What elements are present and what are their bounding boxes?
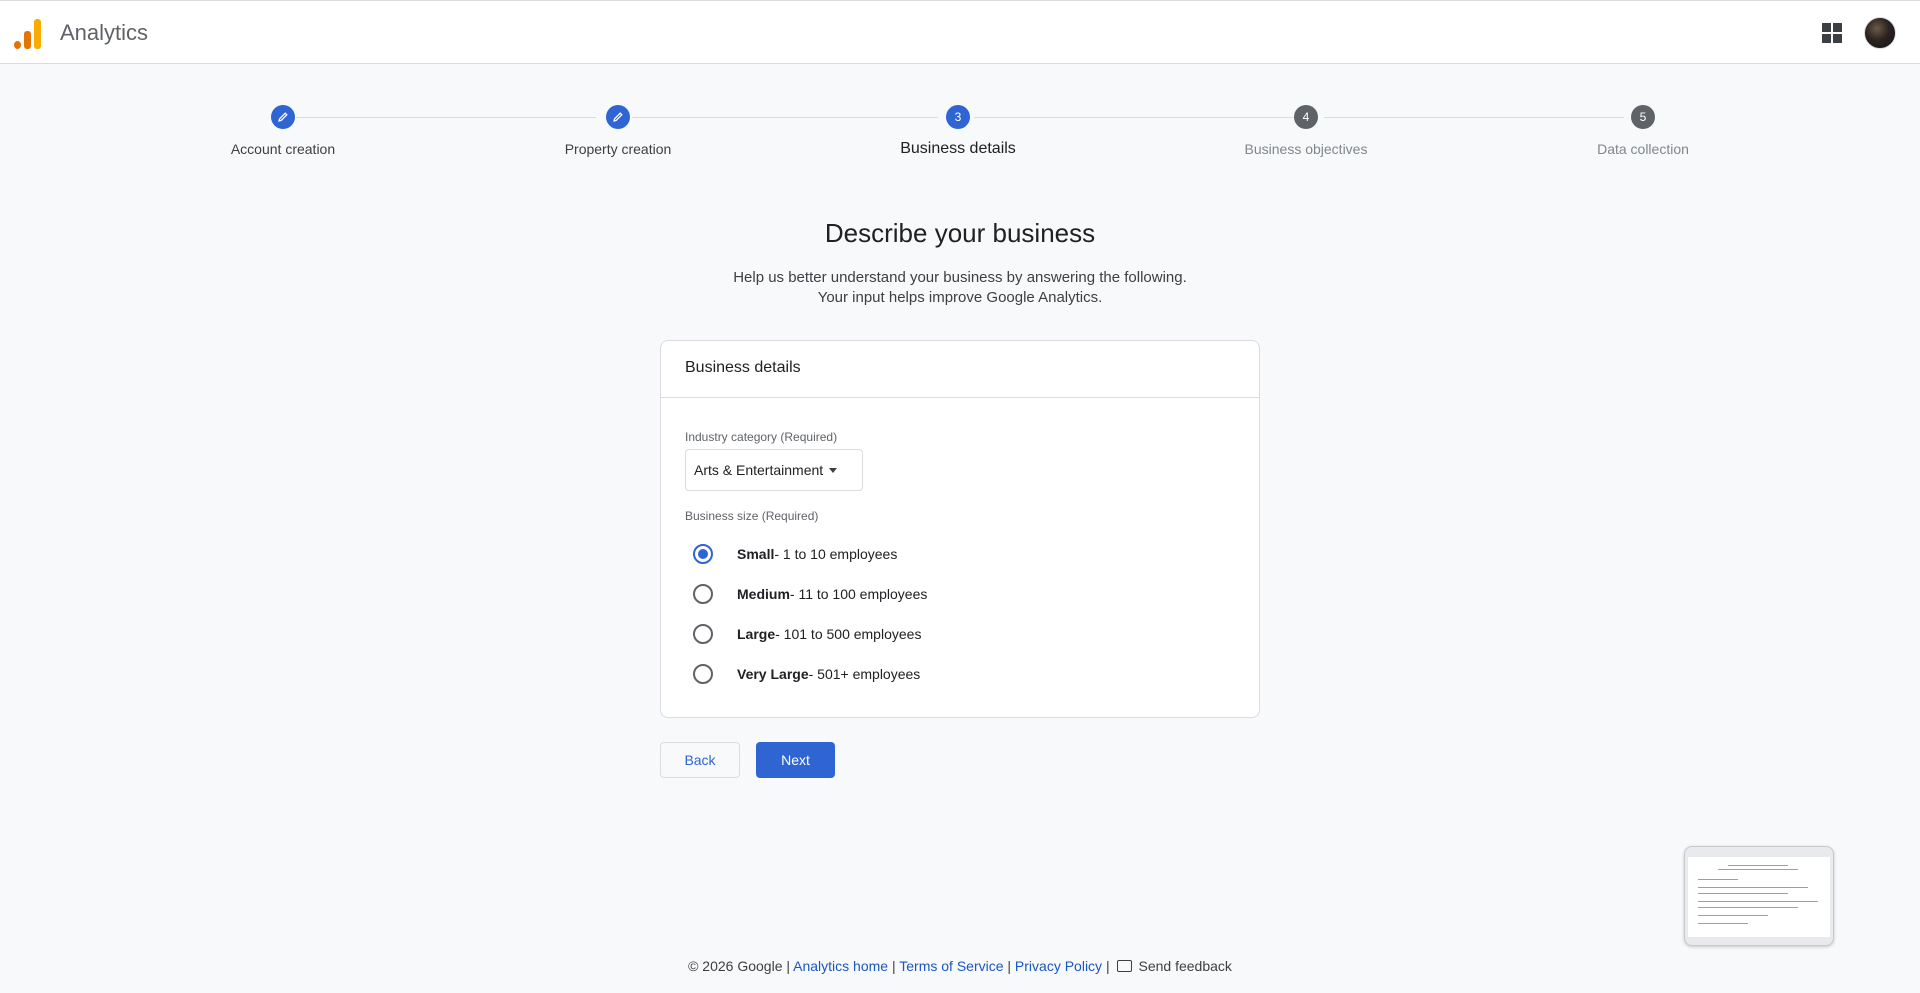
card-title: Business details — [661, 341, 1259, 398]
size-desc: - 1 to 10 employees — [774, 546, 898, 562]
step-data-collection: 5 Data collection — [1523, 100, 1763, 157]
copyright-text: © 2026 Google | — [688, 958, 791, 974]
subtitle-line: Help us better understand your business … — [733, 269, 1187, 286]
size-desc: - 101 to 500 employees — [775, 626, 922, 642]
footer-separator: | — [1007, 958, 1012, 974]
step-number: 5 — [1631, 105, 1655, 129]
radio-unchecked-icon[interactable] — [693, 584, 713, 604]
size-name: Large — [737, 626, 776, 642]
size-name: Small — [737, 546, 775, 562]
avatar[interactable] — [1864, 17, 1896, 49]
footer: © 2026 Google | Analytics home | Terms o… — [0, 958, 1920, 974]
footer-separator: | — [1105, 958, 1110, 974]
step-label: Account creation — [230, 141, 336, 157]
dropdown-arrow-icon — [829, 467, 838, 473]
feedback-icon[interactable] — [1117, 960, 1133, 972]
subtitle-line: Your input helps improve Google Analytic… — [817, 289, 1103, 306]
step-business-objectives: 4 Business objectives — [1186, 100, 1426, 157]
radio-unchecked-icon[interactable] — [693, 664, 713, 684]
page-subtitle: Help us better understand your business … — [0, 268, 1920, 308]
stepper: Account creation Property creation 3 Bus… — [0, 100, 1920, 170]
step-number: 3 — [946, 105, 970, 129]
industry-value: Arts & Entertainment — [694, 462, 824, 478]
size-name: Very Large — [737, 666, 809, 682]
step-account-creation[interactable]: Account creation — [163, 100, 403, 157]
size-desc: - 11 to 100 employees — [789, 586, 928, 602]
step-property-creation[interactable]: Property creation — [498, 100, 738, 157]
radio-unchecked-icon[interactable] — [693, 624, 713, 644]
size-desc: - 501+ employees — [808, 666, 921, 682]
pencil-icon — [271, 105, 295, 129]
size-option-small[interactable]: Small - 1 to 10 employees — [693, 544, 897, 564]
industry-category-select[interactable]: Arts & Entertainment — [685, 449, 863, 491]
app-title[interactable]: Analytics — [60, 20, 148, 46]
pencil-icon — [606, 105, 630, 129]
apps-grid-icon[interactable] — [1822, 23, 1842, 43]
step-label: Business details — [900, 140, 1016, 157]
thumbnail-page — [1688, 857, 1830, 937]
send-feedback-link[interactable]: Send feedback — [1138, 958, 1231, 974]
size-option-large[interactable]: Large - 101 to 500 employees — [693, 624, 921, 644]
analytics-home-link[interactable]: Analytics home — [793, 958, 888, 974]
privacy-policy-link[interactable]: Privacy Policy — [1015, 958, 1102, 974]
top-app-bar: Analytics — [0, 0, 1920, 64]
screen-preview-thumbnail[interactable] — [1684, 846, 1834, 946]
next-button[interactable]: Next — [756, 742, 835, 778]
business-details-card: Business details Industry category (Requ… — [660, 340, 1260, 718]
size-option-very-large[interactable]: Very Large - 501+ employees — [693, 664, 920, 684]
size-option-medium[interactable]: Medium - 11 to 100 employees — [693, 584, 927, 604]
radio-checked-icon[interactable] — [693, 544, 713, 564]
step-label: Data collection — [1597, 141, 1689, 157]
step-number: 4 — [1294, 105, 1318, 129]
step-label: Business objectives — [1244, 141, 1368, 157]
analytics-logo-icon[interactable] — [14, 19, 42, 49]
industry-label: Industry category (Required) — [685, 430, 838, 444]
back-button[interactable]: Back — [660, 742, 740, 778]
size-name: Medium — [737, 586, 790, 602]
step-business-details: 3 Business details — [838, 100, 1078, 158]
step-label: Property creation — [564, 141, 672, 157]
business-size-label: Business size (Required) — [685, 509, 819, 523]
page-title: Describe your business — [824, 218, 1096, 248]
terms-of-service-link[interactable]: Terms of Service — [899, 958, 1003, 974]
footer-separator: | — [891, 958, 896, 974]
